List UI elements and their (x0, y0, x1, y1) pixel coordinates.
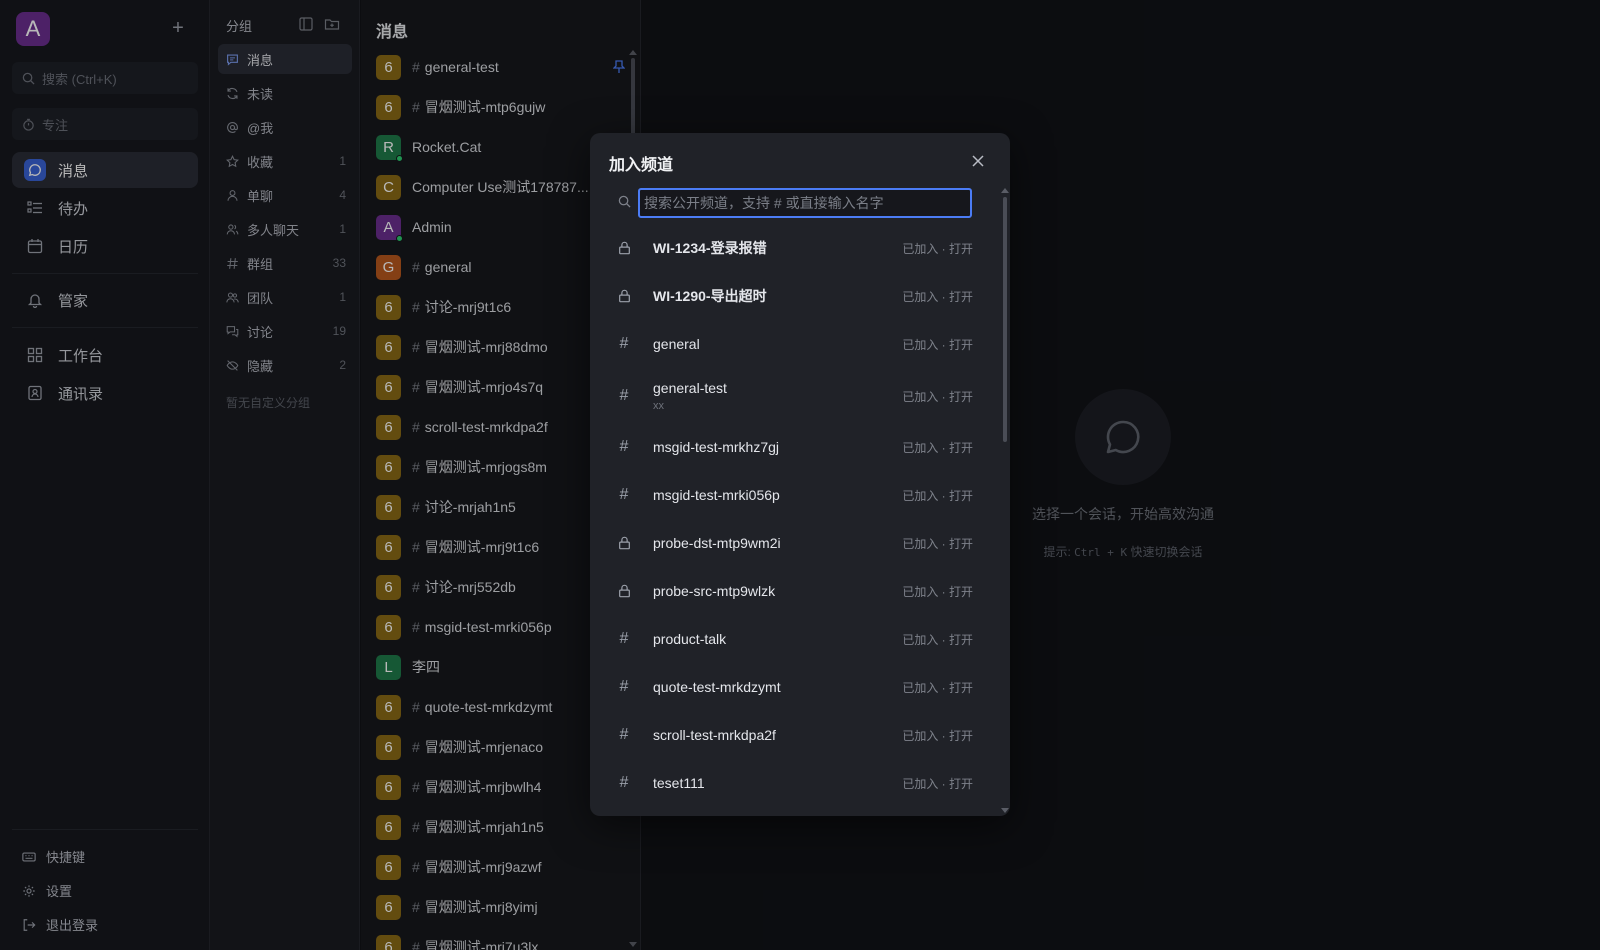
channel-status[interactable]: 已加入 · 打开 (902, 631, 973, 648)
channel-name: quote-test-mrkdzymt (653, 679, 781, 695)
channel-row[interactable]: # msgid-test-mrkhz7gj 已加入 · 打开 (609, 431, 979, 463)
hash-icon: # (619, 387, 629, 404)
close-icon[interactable] (970, 153, 986, 169)
channel-name: product-talk (653, 631, 727, 647)
channel-status[interactable]: 已加入 · 打开 (902, 388, 973, 405)
channel-list-scrollbar[interactable] (1003, 197, 1007, 442)
channel-status[interactable]: 已加入 · 打开 (902, 439, 973, 456)
channel-row[interactable]: # product-talk 已加入 · 打开 (609, 623, 979, 655)
channel-status[interactable]: 已加入 · 打开 (902, 336, 973, 353)
channel-name: WI-1234-登录报错 (653, 240, 767, 256)
channel-status[interactable]: 已加入 · 打开 (902, 727, 973, 744)
dialog-title: 加入频道 (609, 157, 674, 174)
channel-row[interactable]: WI-1290-导出超时 已加入 · 打开 (609, 280, 979, 312)
hash-icon: # (619, 774, 629, 791)
channel-row[interactable]: # general-test xx 已加入 · 打开 (609, 372, 979, 420)
channel-info: product-talk (653, 631, 726, 647)
channel-name: general-test (653, 380, 727, 396)
channel-info: msgid-test-mrki056p (653, 487, 780, 503)
channel-status[interactable]: 已加入 · 打开 (902, 679, 973, 696)
channel-row[interactable]: # msgid-test-mrki056p 已加入 · 打开 (609, 479, 979, 511)
hash-icon: # (619, 726, 629, 743)
hash-icon: # (619, 630, 629, 647)
channel-name: probe-dst-mtp9wm2i (653, 535, 781, 551)
channel-topic: xx (653, 400, 664, 412)
channel-status[interactable]: 已加入 · 打开 (902, 487, 973, 504)
lock-icon (609, 576, 639, 606)
channel-info: WI-1234-登录报错 (653, 238, 767, 258)
channel-info: general (653, 336, 700, 352)
hash-icon: # (619, 678, 629, 695)
channel-info: quote-test-mrkdzymt (653, 679, 781, 695)
channel-info: teset111 (653, 775, 705, 791)
channel-status[interactable]: 已加入 · 打开 (902, 288, 973, 305)
channel-search-input[interactable] (638, 188, 972, 218)
channel-info: WI-1290-导出超时 (653, 286, 767, 306)
channel-name: msgid-test-mrkhz7gj (653, 439, 780, 455)
channel-info: msgid-test-mrkhz7gj (653, 439, 779, 455)
channel-name: general (653, 336, 700, 352)
lock-icon (609, 281, 639, 311)
hash-icon: # (619, 335, 629, 352)
channel-row[interactable]: probe-src-mtp9wlzk 已加入 · 打开 (609, 575, 979, 607)
channel-name: scroll-test-mrkdpa2f (653, 727, 776, 743)
join-channel-dialog: 加入频道 WI-1234-登录报错已加入 · 打开WI-1290-导出超时已加入… (590, 133, 1010, 816)
lock-icon (609, 528, 639, 558)
channel-name: msgid-test-mrki056p (653, 487, 780, 503)
lock-icon (609, 233, 639, 263)
channel-name: probe-src-mtp9wlzk (653, 583, 776, 599)
channel-status[interactable]: 已加入 · 打开 (902, 775, 973, 792)
channel-row[interactable]: # teset111 已加入 · 打开 (609, 767, 979, 799)
hash-icon: # (619, 486, 629, 503)
channel-row[interactable]: probe-dst-mtp9wm2i 已加入 · 打开 (609, 527, 979, 559)
hash-icon: # (619, 438, 629, 455)
search-icon (618, 195, 631, 208)
channel-row[interactable]: # quote-test-mrkdzymt 已加入 · 打开 (609, 671, 979, 703)
channel-row[interactable]: # general 已加入 · 打开 (609, 328, 979, 360)
channel-name: WI-1290-导出超时 (653, 288, 767, 304)
channel-status[interactable]: 已加入 · 打开 (902, 535, 973, 552)
scroll-up-arrow[interactable] (1001, 188, 1009, 193)
channel-info: general-test xx (653, 380, 727, 412)
channel-name: teset111 (653, 775, 705, 791)
channel-row[interactable]: # scroll-test-mrkdpa2f 已加入 · 打开 (609, 719, 979, 751)
channel-info: probe-src-mtp9wlzk (653, 583, 775, 599)
channel-status[interactable]: 已加入 · 打开 (902, 583, 973, 600)
channel-info: probe-dst-mtp9wm2i (653, 535, 781, 551)
channel-row[interactable]: WI-1234-登录报错 已加入 · 打开 (609, 232, 979, 264)
channel-info: scroll-test-mrkdpa2f (653, 727, 776, 743)
channel-status[interactable]: 已加入 · 打开 (902, 240, 973, 257)
scroll-down-arrow[interactable] (1001, 808, 1009, 813)
channel-search (609, 185, 979, 219)
